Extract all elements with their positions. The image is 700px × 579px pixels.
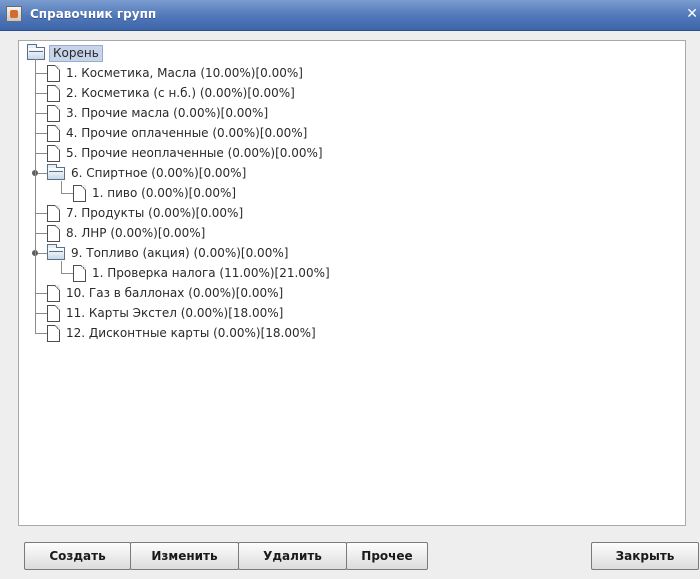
- tree-item-label: 1. Косметика, Масла (10.00%)[0.00%]: [66, 66, 303, 80]
- document-icon: [47, 124, 60, 142]
- tree-connector: [35, 73, 47, 74]
- tree-item[interactable]: 2. Косметика (с н.б.) (0.00%)[0.00%]: [47, 83, 297, 103]
- tree-item-label: 12. Дисконтные карты (0.00%)[18.00%]: [66, 326, 316, 340]
- tree-connector: [35, 233, 47, 234]
- tree-item[interactable]: 1. Косметика, Масла (10.00%)[0.00%]: [47, 63, 305, 83]
- window: Справочник групп ✕ Корень 1. Косметика, …: [0, 0, 700, 579]
- tree-connector: [61, 273, 73, 274]
- tree-item-label: 8. ЛНР (0.00%)[0.00%]: [66, 226, 206, 240]
- tree-item-label: 1. пиво (0.00%)[0.00%]: [92, 186, 237, 200]
- tree-connector: [35, 133, 47, 134]
- document-icon: [47, 64, 60, 82]
- close-button[interactable]: Закрыть: [591, 542, 699, 570]
- tree-connector: [61, 181, 62, 193]
- tree-item[interactable]: 3. Прочие масла (0.00%)[0.00%]: [47, 103, 270, 123]
- tree-item-label: 4. Прочие оплаченные (0.00%)[0.00%]: [66, 126, 308, 140]
- tree-item-label: 11. Карты Экстел (0.00%)[18.00%]: [66, 306, 284, 320]
- group-tree[interactable]: Корень 1. Косметика, Масла (10.00%)[0.00…: [18, 40, 686, 526]
- tree-item[interactable]: 12. Дисконтные карты (0.00%)[18.00%]: [47, 323, 318, 343]
- tree-item[interactable]: 5. Прочие неоплаченные (0.00%)[0.00%]: [47, 143, 325, 163]
- folder-icon: [47, 243, 65, 260]
- tree-item[interactable]: 1. пиво (0.00%)[0.00%]: [73, 183, 238, 203]
- tree-item[interactable]: 11. Карты Экстел (0.00%)[18.00%]: [47, 303, 285, 323]
- delete-button[interactable]: Удалить: [238, 542, 347, 570]
- other-button[interactable]: Прочее: [346, 542, 428, 570]
- title-bar[interactable]: Справочник групп ✕: [0, 0, 700, 31]
- tree-connector: [61, 193, 73, 194]
- edit-button[interactable]: Изменить: [130, 542, 239, 570]
- tree-item-label: 2. Косметика (с н.б.) (0.00%)[0.00%]: [66, 86, 295, 100]
- tree-item-label: 6. Спиртное (0.00%)[0.00%]: [71, 166, 247, 180]
- tree-item-label: 10. Газ в баллонах (0.00%)[0.00%]: [66, 286, 284, 300]
- tree-root[interactable]: Корень: [27, 43, 103, 63]
- document-icon: [47, 284, 60, 302]
- tree-item[interactable]: 8. ЛНР (0.00%)[0.00%]: [47, 223, 207, 243]
- tree-connector: [35, 293, 47, 294]
- document-icon: [47, 224, 60, 242]
- document-icon: [47, 84, 60, 102]
- folder-open-icon: [27, 43, 45, 60]
- document-icon: [47, 304, 60, 322]
- document-icon: [73, 264, 86, 282]
- tree-connector: [61, 261, 62, 273]
- document-icon: [47, 104, 60, 122]
- tree-item[interactable]: 7. Продукты (0.00%)[0.00%]: [47, 203, 245, 223]
- app-icon: [6, 6, 22, 22]
- tree-connector: [35, 153, 47, 154]
- tree-connector: [35, 93, 47, 94]
- tree-root-label: Корень: [49, 44, 103, 62]
- tree-item-label: 5. Прочие неоплаченные (0.00%)[0.00%]: [66, 146, 323, 160]
- create-button[interactable]: Создать: [24, 542, 131, 570]
- tree-connector: [35, 113, 47, 114]
- document-icon: [73, 184, 86, 202]
- tree-item[interactable]: 10. Газ в баллонах (0.00%)[0.00%]: [47, 283, 285, 303]
- document-icon: [47, 204, 60, 222]
- document-icon: [47, 324, 60, 342]
- tree-connector: [35, 59, 36, 333]
- tree-item[interactable]: 4. Прочие оплаченные (0.00%)[0.00%]: [47, 123, 309, 143]
- tree-item-label: 3. Прочие масла (0.00%)[0.00%]: [66, 106, 269, 120]
- tree-connector: [35, 333, 47, 334]
- window-title: Справочник групп: [30, 7, 157, 21]
- tree-item-label: 7. Продукты (0.00%)[0.00%]: [66, 206, 244, 220]
- folder-icon: [47, 163, 65, 180]
- tree-content: Корень 1. Косметика, Масла (10.00%)[0.00…: [19, 41, 685, 525]
- tree-folder-item[interactable]: 9. Топливо (акция) (0.00%)[0.00%]: [47, 243, 290, 263]
- close-icon[interactable]: ✕: [686, 6, 698, 22]
- document-icon: [47, 144, 60, 162]
- tree-connector: [35, 213, 47, 214]
- tree-connector: [35, 313, 47, 314]
- tree-item-label: 9. Топливо (акция) (0.00%)[0.00%]: [71, 246, 289, 260]
- tree-item[interactable]: 1. Проверка налога (11.00%)[21.00%]: [73, 263, 332, 283]
- tree-item-label: 1. Проверка налога (11.00%)[21.00%]: [92, 266, 330, 280]
- tree-folder-item[interactable]: 6. Спиртное (0.00%)[0.00%]: [47, 163, 248, 183]
